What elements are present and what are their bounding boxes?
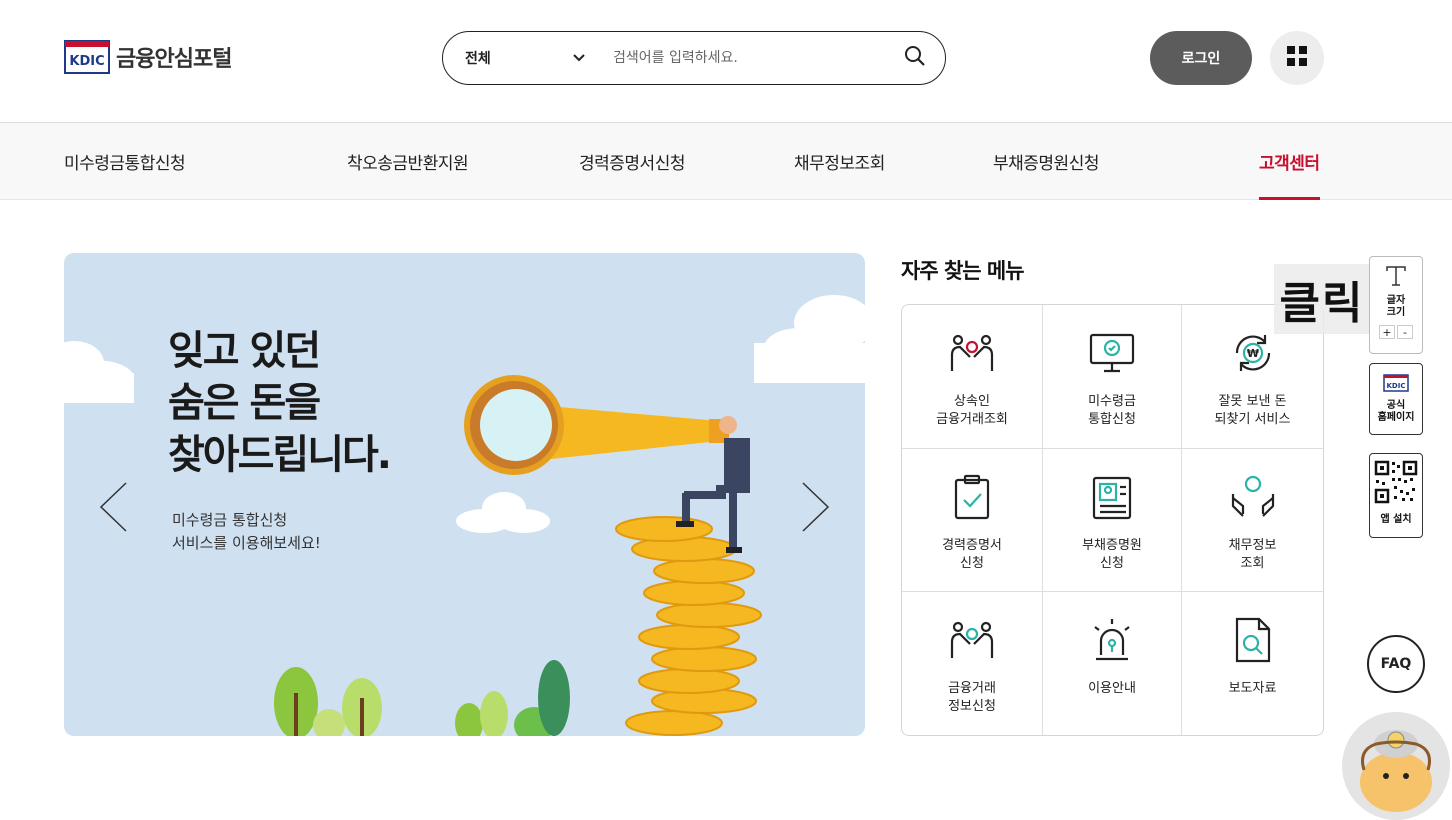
handshake-won-icon xyxy=(946,614,998,666)
quick-menu-label: 채무정보 조회 xyxy=(1228,538,1277,571)
quick-menu-label: 경력증명서 신청 xyxy=(942,538,1002,571)
text-size-icon xyxy=(1385,265,1407,291)
quick-menu-label: 이용안내 xyxy=(1088,681,1136,696)
siren-icon xyxy=(1086,614,1138,666)
nav-item-unclaimed[interactable]: 미수령금통합신청 xyxy=(64,123,186,200)
official-homepage-link[interactable]: KDIC 공식 홈페이지 xyxy=(1369,363,1423,435)
quick-menu-label: 잘못 보낸 돈 되찾기 서비스 xyxy=(1214,394,1291,427)
document-search-icon xyxy=(1227,614,1279,666)
chevron-right-icon xyxy=(801,482,831,537)
font-decrease-button[interactable]: - xyxy=(1397,325,1413,339)
app-install-label: 앱 설치 xyxy=(1380,514,1412,525)
banner-subtitle: 미수령금 통합신청 서비스를 이용해보세요! xyxy=(172,509,321,555)
search-input[interactable] xyxy=(593,50,885,66)
mascot-chatbot-button[interactable] xyxy=(1342,712,1450,820)
quick-menu-label: 부채증명원 신청 xyxy=(1082,538,1142,571)
banner-next-button[interactable] xyxy=(801,481,831,533)
quick-menu-item[interactable]: 보도자료 xyxy=(1182,592,1323,735)
quick-menu-grid: 상속인 금융거래조회 미수령금 통합신청 ₩ 잘못 보낸 돈 되찾기 서비스 경… xyxy=(901,304,1324,736)
official-homepage-label: 공식 홈페이지 xyxy=(1377,400,1415,423)
nav-item-debt-certificate[interactable]: 부채증명원신청 xyxy=(993,123,1099,200)
kdic-logo-icon: KDIC xyxy=(1383,374,1409,396)
font-increase-button[interactable]: + xyxy=(1379,325,1395,339)
login-button[interactable]: 로그인 xyxy=(1150,31,1252,85)
banner-title-line: 숨은 돈을 xyxy=(168,380,321,426)
quick-menu-item[interactable]: 이용안내 xyxy=(1043,592,1182,735)
mascot-illustration xyxy=(1360,730,1432,812)
clipboard-check-icon xyxy=(946,471,998,523)
quick-menu-item[interactable]: 경력증명서 신청 xyxy=(902,449,1043,592)
site-logo[interactable]: KDIC 금융안심포털 xyxy=(64,40,232,74)
quick-menu-item[interactable]: 미수령금 통합신청 xyxy=(1043,305,1182,449)
font-size-label: 글자 크기 xyxy=(1386,295,1406,318)
quick-menu-item[interactable]: 부채증명원 신청 xyxy=(1043,449,1182,592)
quick-menu-label: 상속인 금융거래조회 xyxy=(936,394,1008,427)
quick-menu-title: 자주 찾는 메뉴 xyxy=(901,259,1025,283)
grid-menu-icon xyxy=(1287,46,1307,70)
nav-item-customer-center[interactable]: 고객센터 xyxy=(1259,123,1320,200)
nav-item-mistaken-transfer[interactable]: 착오송금반환지원 xyxy=(347,123,469,200)
quick-menu-label: 보도자료 xyxy=(1228,681,1277,696)
nav-item-career-certificate[interactable]: 경력증명서신청 xyxy=(579,123,685,200)
banner-title-line: 찾아드립니다. xyxy=(168,432,392,478)
quick-menu-label: 금융거래 정보신청 xyxy=(948,681,996,714)
monitor-check-icon xyxy=(1086,327,1138,379)
banner-subtitle-line: 미수령금 통합신청 xyxy=(172,511,288,529)
chevron-left-icon xyxy=(98,482,128,537)
id-document-icon xyxy=(1086,471,1138,523)
svg-text:₩: ₩ xyxy=(1246,347,1258,360)
all-menu-button[interactable] xyxy=(1270,31,1324,85)
won-refresh-icon: ₩ xyxy=(1227,327,1279,379)
search-category-value: 전체 xyxy=(465,51,491,67)
kdic-logo-icon: KDIC xyxy=(64,40,110,74)
search-category-select[interactable]: 전체 xyxy=(443,48,593,68)
hands-won-icon xyxy=(1227,471,1279,523)
faq-button[interactable]: FAQ xyxy=(1367,635,1425,693)
handshake-won-icon xyxy=(946,327,998,379)
search-button[interactable] xyxy=(885,32,945,84)
main-banner[interactable]: 잊고 있던 숨은 돈을 찾아드립니다. 미수령금 통합신청 서비스를 이용해보세… xyxy=(64,253,865,736)
quick-menu-item[interactable]: 금융거래 정보신청 xyxy=(902,592,1043,735)
quick-menu-item[interactable]: 상속인 금융거래조회 xyxy=(902,305,1043,449)
qr-code-icon xyxy=(1374,460,1418,508)
search-icon xyxy=(904,45,926,71)
search-bar: 전체 xyxy=(442,31,946,85)
quick-menu-item[interactable]: 채무정보 조회 xyxy=(1182,449,1323,592)
chevron-down-icon xyxy=(573,50,585,66)
banner-title: 잊고 있던 숨은 돈을 찾아드립니다. xyxy=(168,325,392,481)
banner-subtitle-line: 서비스를 이용해보세요! xyxy=(172,534,321,552)
app-install-link[interactable]: 앱 설치 xyxy=(1369,453,1423,538)
header: KDIC 금융안심포털 전체 로그인 xyxy=(0,0,1452,122)
svg-text:KDIC: KDIC xyxy=(1387,382,1406,390)
font-size-controls: + - xyxy=(1379,325,1413,339)
banner-title-line: 잊고 있던 xyxy=(168,328,321,374)
nav-item-debt-info[interactable]: 채무정보조회 xyxy=(794,123,885,200)
font-size-widget: 글자 크기 + - xyxy=(1369,256,1423,354)
click-overlay-label: 클릭 xyxy=(1274,264,1370,334)
quick-menu-label: 미수령금 통합신청 xyxy=(1088,394,1136,427)
svg-text:KDIC: KDIC xyxy=(69,54,104,69)
logo-text: 금융안심포털 xyxy=(116,47,232,72)
banner-prev-button[interactable] xyxy=(98,481,128,533)
main-navigation: 미수령금통합신청 착오송금반환지원 경력증명서신청 채무정보조회 부채증명원신청… xyxy=(0,122,1452,200)
